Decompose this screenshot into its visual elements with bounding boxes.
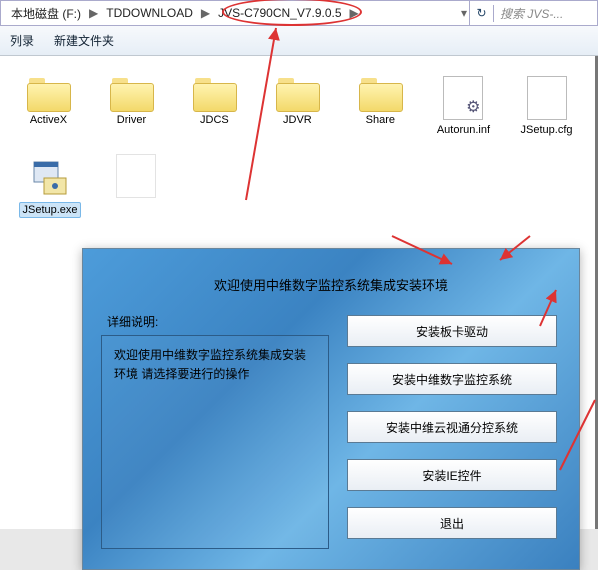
folder-activex[interactable]: ActiveX <box>22 76 75 136</box>
exit-button[interactable]: 退出 <box>347 507 557 539</box>
folder-icon <box>193 76 235 110</box>
folder-driver[interactable]: Driver <box>105 76 158 136</box>
folder-icon <box>359 76 401 110</box>
detail-label: 详细说明: <box>107 313 158 330</box>
file-label: Driver <box>117 114 146 126</box>
chevron-right-icon: ▶ <box>348 6 361 20</box>
folder-jdvr[interactable]: JDVR <box>271 76 324 136</box>
detail-text: 欢迎使用中维数字监控系统集成安装环境 请选择要进行的操作 <box>101 335 329 549</box>
file-label: ActiveX <box>30 114 67 126</box>
toolbar-newfolder[interactable]: 新建文件夹 <box>54 32 114 49</box>
file-autorun-inf[interactable]: Autorun.inf <box>437 76 490 136</box>
file-jsetup-cfg[interactable]: JSetup.cfg <box>520 76 573 136</box>
refresh-icon[interactable]: ↻ <box>469 1 493 25</box>
file-icon <box>116 154 156 198</box>
breadcrumb-folder-1[interactable]: TDDOWNLOAD <box>100 1 199 25</box>
file-label: JDVR <box>283 114 312 126</box>
chevron-right-icon: ▶ <box>87 6 100 20</box>
folder-icon <box>110 76 152 110</box>
file-unknown[interactable] <box>108 154 164 218</box>
folder-share[interactable]: Share <box>354 76 407 136</box>
explorer-toolbar: 列录 新建文件夹 <box>0 26 598 56</box>
file-label: JSetup.cfg <box>521 124 573 136</box>
install-driver-button[interactable]: 安装板卡驱动 <box>347 315 557 347</box>
breadcrumb-folder-2[interactable]: JVS-C790CN_V7.9.0.5 <box>212 1 347 25</box>
config-file-icon <box>443 76 483 120</box>
search-input[interactable]: 搜索 JVS-... <box>493 5 593 22</box>
installer-buttons: 安装板卡驱动 安装中维数字监控系统 安装中维云视通分控系统 安装IE控件 退出 <box>347 315 557 539</box>
folder-icon <box>27 76 69 110</box>
installer-title: 欢迎使用中维数字监控系统集成安装环境 <box>83 249 579 300</box>
file-label: JDCS <box>200 114 229 126</box>
folder-icon <box>276 76 318 110</box>
installer-exe-icon <box>28 154 72 198</box>
icon-row-1: ActiveX Driver JDCS JDVR Share Autorun.i… <box>0 56 595 136</box>
file-icon <box>527 76 567 120</box>
install-monitor-system-button[interactable]: 安装中维数字监控系统 <box>347 363 557 395</box>
file-label: Share <box>366 114 395 126</box>
install-ie-control-button[interactable]: 安装IE控件 <box>347 459 557 491</box>
toolbar-organize[interactable]: 列录 <box>10 32 34 49</box>
folder-jdcs[interactable]: JDCS <box>188 76 241 136</box>
file-label: JSetup.exe <box>19 202 80 218</box>
chevron-right-icon: ▶ <box>199 6 212 20</box>
icon-row-2: JSetup.exe <box>0 136 595 218</box>
install-cloud-system-button[interactable]: 安装中维云视通分控系统 <box>347 411 557 443</box>
file-label: Autorun.inf <box>437 124 490 136</box>
file-area: ActiveX Driver JDCS JDVR Share Autorun.i… <box>0 56 598 529</box>
file-jsetup-exe[interactable]: JSetup.exe <box>22 154 78 218</box>
installer-window: 欢迎使用中维数字监控系统集成安装环境 详细说明: 欢迎使用中维数字监控系统集成安… <box>82 248 580 570</box>
breadcrumb-drive[interactable]: 本地磁盘 (F:) <box>5 1 87 25</box>
address-bar[interactable]: 本地磁盘 (F:) ▶ TDDOWNLOAD ▶ JVS-C790CN_V7.9… <box>0 0 598 26</box>
chevron-down-icon[interactable]: ▾ <box>459 6 469 20</box>
